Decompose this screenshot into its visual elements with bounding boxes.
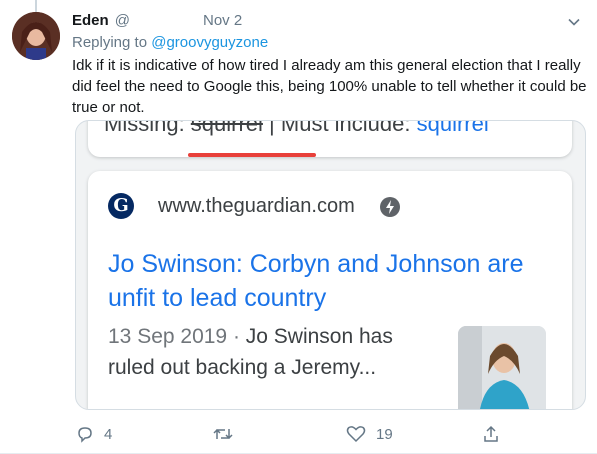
reply-icon[interactable] xyxy=(76,425,94,443)
thread-connector xyxy=(35,0,37,12)
author-handle[interactable]: @ xyxy=(115,12,130,29)
reply-context: Replying to @groovyguyzone xyxy=(72,33,268,53)
tweet-header: Eden @ Nov 2 xyxy=(72,10,585,32)
reply-action[interactable]: 4 xyxy=(76,424,112,444)
result-domain: www.theguardian.com xyxy=(158,195,355,217)
snippet-date: 13 Sep 2019 xyxy=(108,325,228,348)
author-name[interactable]: Eden xyxy=(72,12,109,29)
tweet-text: Idk if it is indicative of how tired I a… xyxy=(72,57,587,116)
red-annotation-underline xyxy=(188,153,316,157)
like-count: 19 xyxy=(376,425,393,443)
tweet-actions: 4 19 xyxy=(72,424,502,444)
avatar[interactable] xyxy=(12,12,60,60)
attached-screenshot[interactable]: Missing: squirrel | Must include: squirr… xyxy=(75,120,586,410)
avatar-image xyxy=(12,12,60,60)
retweet-icon[interactable] xyxy=(212,425,234,443)
missing-mid: | Must include: xyxy=(262,120,417,136)
bolt-icon xyxy=(380,197,400,217)
snippet-separator: · xyxy=(227,325,246,348)
reply-prefix: Replying to xyxy=(72,34,148,51)
missing-word: squirrel xyxy=(190,120,263,136)
missing-prefix: Missing: xyxy=(104,120,191,136)
retweet-action[interactable] xyxy=(212,424,244,444)
result-title: Jo Swinson: Corbyn and Johnson are unfit… xyxy=(108,250,524,312)
share-icon[interactable] xyxy=(482,425,500,443)
reply-to-handle[interactable]: @groovyguyzone xyxy=(151,34,268,51)
result-snippet: 13 Sep 2019 · Jo Swinson has ruled out b… xyxy=(108,321,428,383)
must-include-link: squirrel xyxy=(416,120,489,136)
chevron-down-icon[interactable] xyxy=(567,14,581,28)
clipped-search-card: Missing: squirrel | Must include: squirr… xyxy=(88,120,572,157)
result-thumbnail xyxy=(458,326,546,409)
like-action[interactable]: 19 xyxy=(346,424,393,444)
missing-terms-line: Missing: squirrel | Must include: squirr… xyxy=(104,120,489,137)
search-result-card: G www.theguardian.com Jo Swinson: Corbyn… xyxy=(88,171,572,409)
guardian-logo-icon: G xyxy=(108,193,134,219)
tweet-date[interactable]: Nov 2 xyxy=(203,10,242,32)
share-action[interactable] xyxy=(482,424,510,444)
reply-count: 4 xyxy=(104,425,113,443)
heart-icon[interactable] xyxy=(346,425,366,443)
